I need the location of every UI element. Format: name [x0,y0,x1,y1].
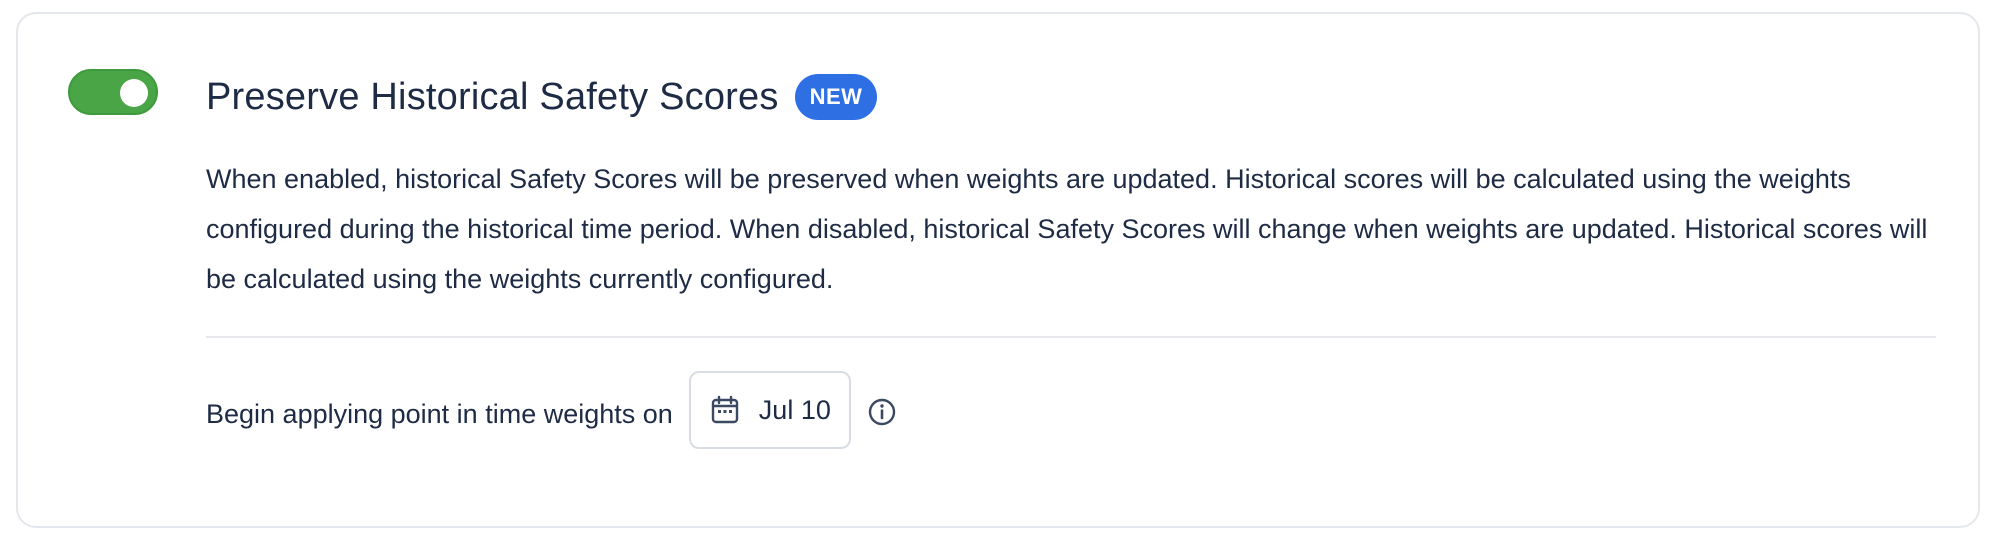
new-badge: NEW [794,74,878,120]
settings-card: Preserve Historical Safety Scores NEW Wh… [16,12,1980,528]
setting-description: When enabled, historical Safety Scores w… [206,164,1928,294]
calendar-icon [709,394,741,426]
date-value: Jul 10 [758,394,831,425]
apply-date-label: Begin applying point in time weights on [206,398,673,429]
info-icon[interactable] [867,397,897,427]
toggle-knob [120,79,148,107]
divider [206,336,1936,338]
apply-date-row: Begin applying point in time weights on … [206,370,897,450]
date-picker-button[interactable]: Jul 10 [688,371,851,449]
preserve-scores-toggle[interactable] [68,69,158,115]
setting-title-row: Preserve Historical Safety Scores NEW [206,72,878,122]
setting-title: Preserve Historical Safety Scores [206,75,779,118]
